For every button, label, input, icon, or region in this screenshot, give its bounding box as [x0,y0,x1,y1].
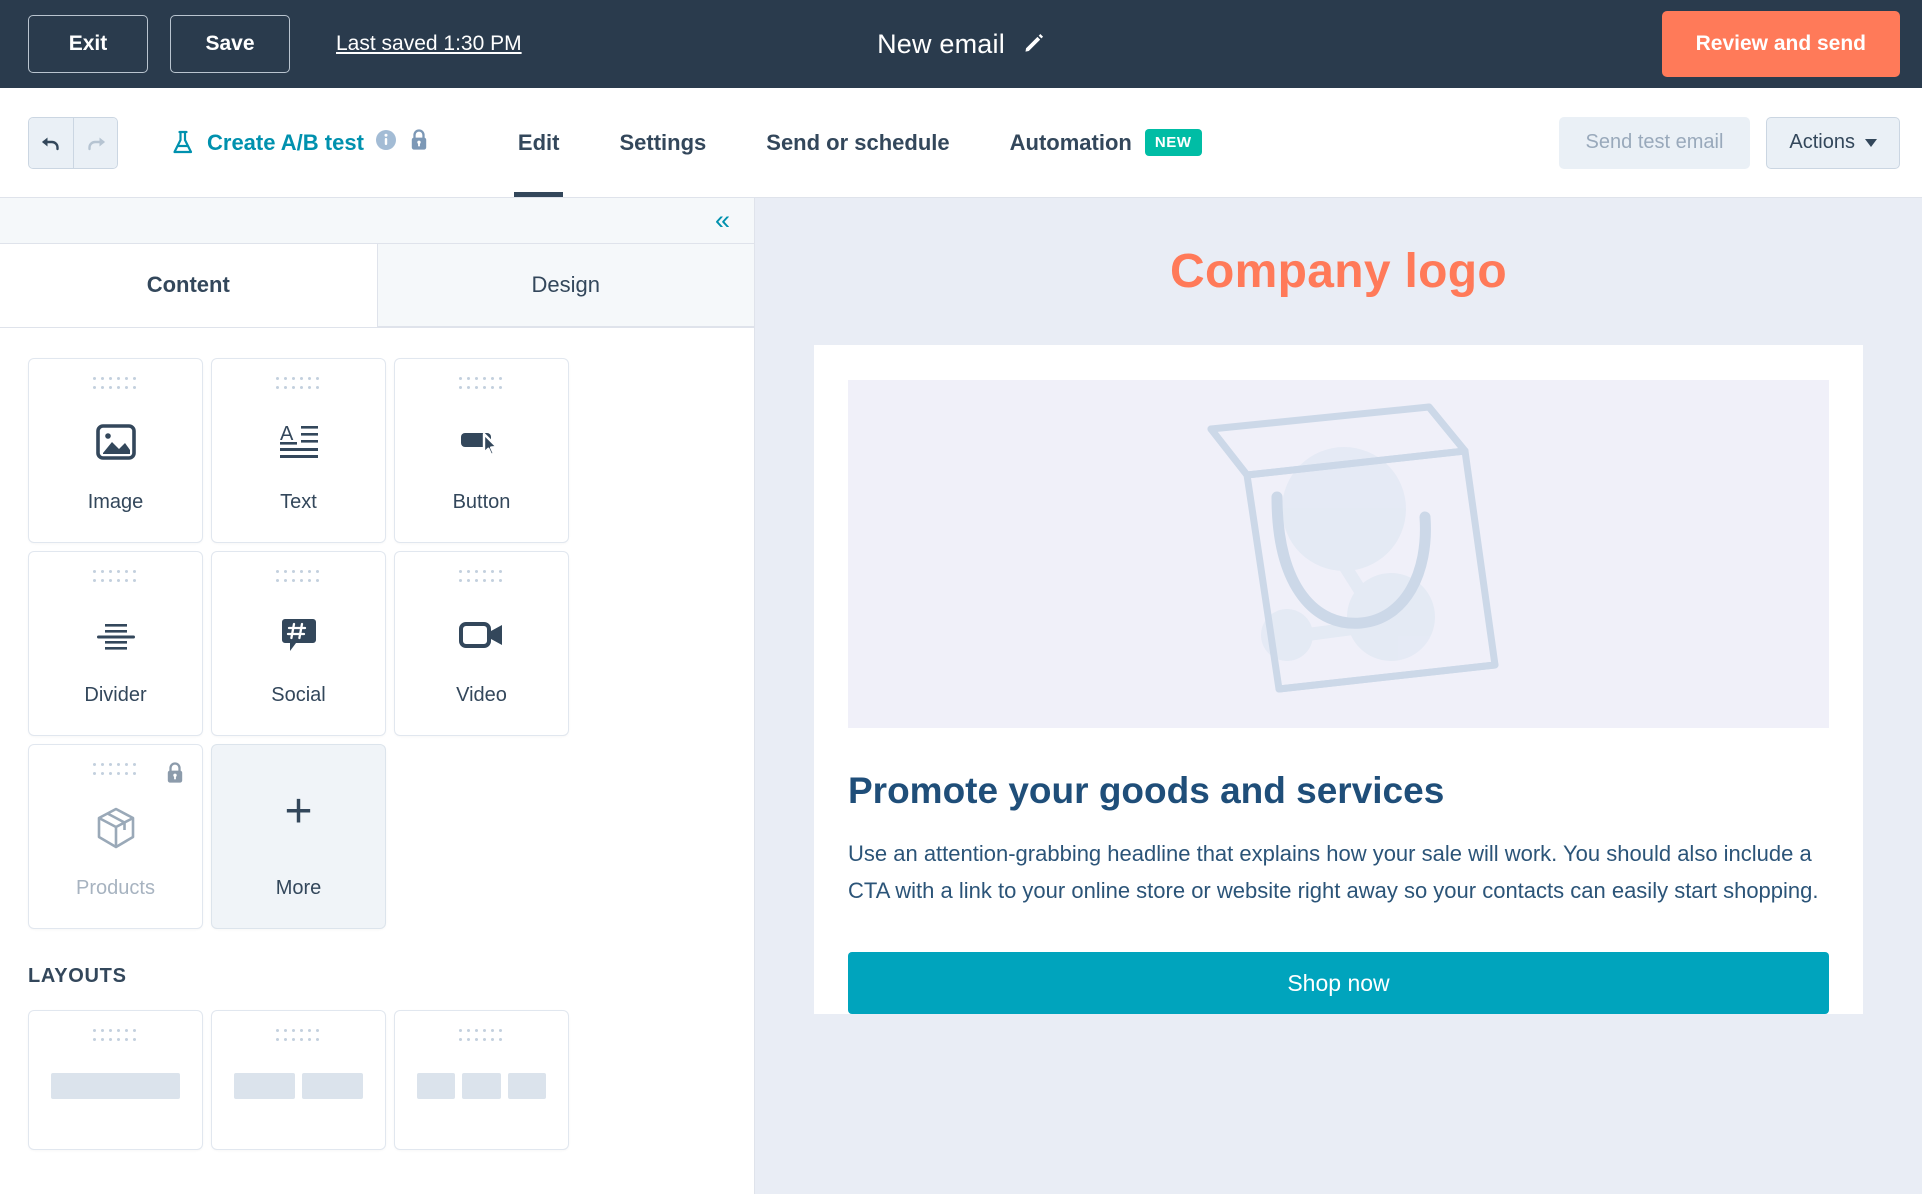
plus-icon: + [284,784,313,838]
sidebar-body: Image A Text Button Divider Social Video… [0,328,754,1194]
module-label: Button [452,491,511,513]
layout-card-three-column[interactable] [394,1010,569,1150]
drag-handle-icon[interactable] [458,377,505,391]
text-icon: A [212,391,385,492]
tab-send-or-schedule[interactable]: Send or schedule [736,88,979,197]
drag-handle-icon[interactable] [275,377,322,391]
chevron-down-icon [1865,138,1877,147]
redo-button[interactable] [73,117,117,168]
layout-card-one-column[interactable] [28,1010,203,1150]
email-heading[interactable]: Promote your goods and services [848,770,1829,813]
sidebar-tab-design[interactable]: Design [376,244,754,327]
tab-edit[interactable]: Edit [488,88,590,197]
module-card-button[interactable]: Button [394,358,569,543]
editor-toolbar: Create A/B test Edit Settings Send or sc… [0,88,1922,198]
top-bar: Exit Save Last saved 1:30 PM New email R… [0,0,1922,88]
sidebar-collapse-bar: « [0,198,754,244]
sidebar-tab-content-label: Content [146,271,230,297]
tab-automation-label: Automation [1009,129,1132,155]
ab-test-label: Create A/B test [207,129,364,155]
module-card-divider[interactable]: Divider [28,551,203,736]
sidebar-tabs: Content Design [0,244,754,328]
email-preview-pane: Company logo Promote your goods and serv… [755,198,1922,1194]
module-card-video[interactable]: Video [394,551,569,736]
module-card-social[interactable]: Social [211,551,386,736]
send-test-email-button[interactable]: Send test email [1558,116,1751,169]
content-sidebar: « Content Design Image A Text Button Div… [0,198,755,1194]
module-card-products: Products [28,744,203,929]
tab-send-or-schedule-label: Send or schedule [766,129,950,155]
lock-icon [408,128,430,157]
drag-handle-icon[interactable] [458,570,505,584]
layout-grid [28,1010,726,1150]
tab-edit-label: Edit [517,129,560,155]
drag-handle-icon [92,763,139,777]
layout-columns-preview [395,1073,568,1099]
create-ab-test-button[interactable]: Create A/B test [170,128,430,157]
divider-icon [29,584,202,685]
actions-label: Actions [1789,131,1855,153]
button-icon [395,391,568,492]
tab-settings[interactable]: Settings [589,88,736,197]
new-badge: NEW [1144,129,1202,156]
save-button[interactable]: Save [170,15,290,73]
email-title-group: New email [877,29,1045,60]
image-icon [29,391,202,492]
layout-columns-preview [212,1073,385,1099]
info-icon[interactable] [375,129,397,156]
last-saved-link[interactable]: Last saved 1:30 PM [336,32,522,56]
tab-automation[interactable]: Automation NEW [980,88,1232,197]
module-card-more[interactable]: + More [211,744,386,929]
company-logo[interactable]: Company logo [1170,244,1507,299]
actions-button[interactable]: Actions [1766,116,1900,169]
tab-settings-label: Settings [619,129,707,155]
products-icon [29,777,202,878]
pencil-icon[interactable] [1023,33,1045,55]
module-label: More [275,877,322,899]
email-body-card: Promote your goods and services Use an a… [814,345,1863,1015]
undo-redo-group [28,116,118,169]
drag-handle-icon[interactable] [458,1029,505,1043]
svg-text:A: A [280,423,294,445]
drag-handle-icon[interactable] [275,570,322,584]
video-icon [395,584,568,685]
module-card-image[interactable]: Image [28,358,203,543]
email-body-text[interactable]: Use an attention-grabbing headline that … [848,835,1828,911]
module-label: Text [280,491,317,513]
layout-columns-preview [29,1073,202,1099]
layout-card-two-column[interactable] [211,1010,386,1150]
nav-tabs: Edit Settings Send or schedule Automatio… [488,88,1232,197]
module-label: Video [456,684,507,706]
module-label: Image [87,491,144,513]
lock-icon [164,761,186,790]
drag-handle-icon[interactable] [275,1029,322,1043]
hero-image-placeholder[interactable] [848,380,1829,728]
review-and-send-button[interactable]: Review and send [1661,11,1900,77]
undo-button[interactable] [29,117,73,168]
flask-icon [170,129,196,157]
module-grid: Image A Text Button Divider Social Video… [28,358,726,929]
sidebar-tab-design-label: Design [531,272,600,297]
social-icon [212,584,385,685]
shop-now-cta-button[interactable]: Shop now [848,952,1829,1015]
drag-handle-icon[interactable] [92,570,139,584]
module-label: Products [76,877,155,899]
drag-handle-icon[interactable] [92,1029,139,1043]
shopping-bag-icon [1207,403,1498,693]
collapse-sidebar-icon[interactable]: « [715,207,730,234]
email-title: New email [877,28,1005,59]
module-label: Divider [84,684,147,706]
exit-button[interactable]: Exit [28,15,148,73]
module-card-text[interactable]: A Text [211,358,386,543]
module-label: Social [271,684,326,706]
toolbar-right-actions: Send test email Actions [1558,116,1900,169]
drag-handle-icon[interactable] [92,377,139,391]
sidebar-tab-content[interactable]: Content [0,244,377,327]
main-area: « Content Design Image A Text Button Div… [0,198,1922,1194]
layouts-heading: LAYOUTS [28,965,127,987]
